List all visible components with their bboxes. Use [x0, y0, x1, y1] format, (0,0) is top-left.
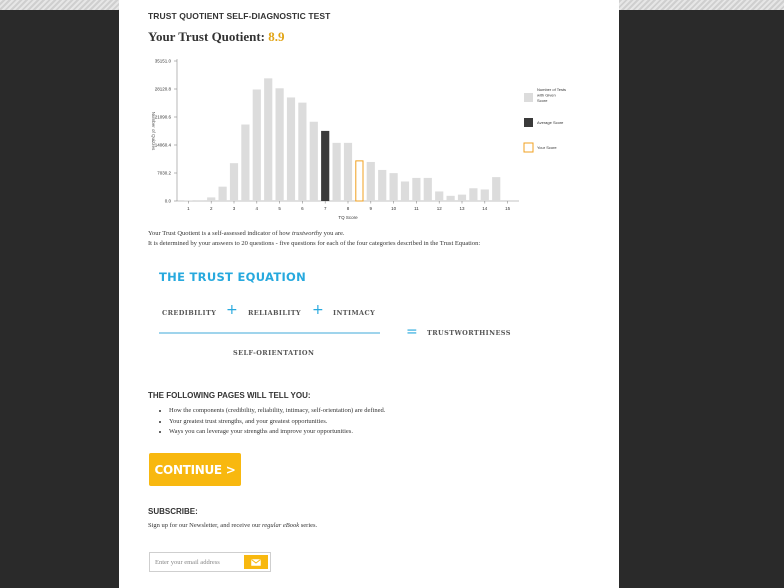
histogram-bar [492, 177, 501, 201]
y-axis: 35151.0 28120.8 21090.6 14060.4 7030.2 0.0 Num… [151, 59, 178, 204]
y-tick-label: 7030.2 [157, 171, 171, 176]
equation-term-intimacy: INTIMACY [333, 309, 376, 317]
email-field[interactable] [152, 555, 250, 569]
following-pages-heading: THE FOLLOWING PAGES WILL TELL YOU: [148, 391, 311, 400]
legend-swatch [524, 118, 533, 127]
histogram-bar [423, 177, 432, 201]
following-pages-list: How the components (credibility, reliabi… [157, 406, 385, 438]
histogram-bar [229, 163, 239, 201]
histogram-bar [241, 124, 250, 201]
y-tick-label: 21090.6 [155, 115, 172, 120]
x-tick-label: 4 [256, 206, 259, 211]
histogram-bar [435, 191, 444, 201]
histogram-bar [207, 197, 216, 201]
histogram-bar [252, 89, 261, 201]
equation-result: TRUSTWORTHINESS [427, 329, 511, 337]
list-item: Ways you can leverage your strengths and… [169, 427, 385, 438]
mail-icon [251, 558, 261, 566]
legend-label: Score [537, 98, 548, 103]
subscribe-heading: SUBSCRIBE: [148, 507, 198, 516]
list-item: How the components (credibility, reliabi… [169, 406, 385, 417]
histogram-bar [343, 142, 353, 201]
histogram-bars [184, 78, 501, 202]
subscribe-text: Sign up for our Newsletter, and receive … [148, 522, 318, 529]
x-tick-label: 12 [437, 206, 443, 211]
x-axis-label: TQ Score [338, 215, 358, 220]
subscribe-submit-button[interactable] [244, 555, 268, 569]
legend-swatch [524, 93, 533, 102]
x-tick-label: 9 [370, 206, 373, 211]
intro-line-1: Your Trust Quotient is a self-assessed i… [148, 230, 345, 237]
histogram-bar [332, 142, 341, 201]
histogram-bar [298, 102, 307, 201]
plus-icon: + [226, 302, 238, 318]
histogram-bar [412, 177, 421, 201]
list-item: Your greatest trust strengths, and your … [169, 417, 385, 428]
histogram-bar [400, 181, 410, 201]
intro-text: Your Trust Quotient is a self-assessed i… [148, 229, 588, 249]
equation-fraction-bar [159, 332, 380, 334]
legend-label: with Given [537, 93, 556, 98]
x-axis: 1 2 3 4 5 6 7 8 9 10 11 12 13 14 15TQ Score [177, 200, 519, 220]
x-tick-label: 1 [187, 206, 190, 211]
continue-button[interactable]: CONTINUE > [149, 453, 241, 486]
x-tick-label: 14 [482, 206, 488, 211]
average-score-bar [321, 130, 330, 201]
y-tick-label: 0.0 [165, 199, 172, 204]
histogram-bar [480, 189, 489, 201]
legend-label: Average Score [537, 120, 564, 125]
y-tick-label: 28120.8 [155, 87, 172, 92]
y-tick-label: 35151.0 [155, 59, 172, 64]
x-tick-label: 2 [210, 206, 213, 211]
histogram-bar [446, 195, 455, 201]
histogram-bar [309, 121, 318, 201]
x-tick-label: 7 [324, 206, 327, 211]
plus-icon: + [312, 302, 324, 318]
legend-label: Your Score [537, 145, 557, 150]
x-tick-label: 10 [391, 206, 397, 211]
your-score-bar [355, 160, 364, 202]
trust-equation-title: THE TRUST EQUATION [159, 270, 307, 284]
histogram-bar [218, 186, 227, 201]
legend-swatch [523, 142, 534, 153]
chart-legend: Number of Testswith GivenScore Average Sc… [523, 87, 566, 153]
equals-icon: = [406, 324, 418, 340]
equation-term-credibility: CREDIBILITY [162, 309, 217, 317]
x-tick-label: 13 [459, 206, 465, 211]
x-tick-label: 5 [278, 206, 281, 211]
tq-histogram-chart: 35151.0 28120.8 21090.6 14060.4 7030.2 0.0 Num… [151, 59, 566, 221]
histogram-bar [457, 194, 467, 201]
histogram-bar [264, 78, 273, 201]
x-tick-label: 3 [233, 206, 236, 211]
histogram-bar [378, 169, 387, 201]
legend-label: Number of Tests [537, 87, 566, 92]
equation-denominator: SELF-ORIENTATION [233, 349, 315, 357]
main-content: TRUST QUOTIENT SELF-DIAGNOSTIC TEST Your… [119, 0, 619, 588]
intro-line-2: It is determined by your answers to 20 q… [148, 240, 481, 247]
x-tick-label: 15 [505, 206, 511, 211]
histogram-bar [366, 161, 375, 201]
equation-term-reliability: RELIABILITY [248, 309, 302, 317]
x-tick-label: 6 [301, 206, 304, 211]
newsletter-form [149, 552, 271, 572]
histogram-bar [469, 188, 478, 201]
histogram-bar [195, 200, 204, 201]
histogram-bar [275, 88, 284, 201]
x-tick-label: 8 [347, 206, 350, 211]
x-tick-label: 11 [414, 206, 419, 211]
histogram-bar [389, 173, 398, 201]
y-axis-label: Number of Quizzes [151, 112, 156, 151]
y-tick-label: 14060.4 [155, 143, 172, 148]
histogram-bar [286, 97, 296, 201]
